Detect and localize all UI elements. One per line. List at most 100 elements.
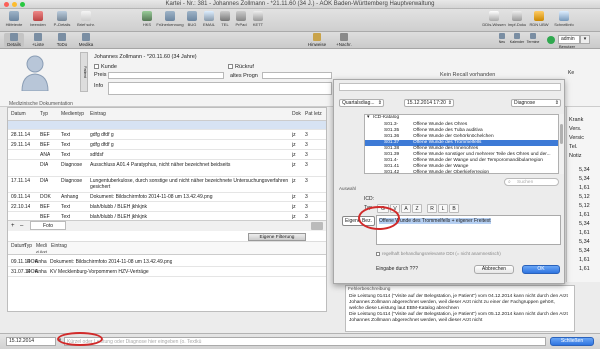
table-row[interactable]: 17.11.14 DIA Diagnose Lungentuberkulose, du… [8, 177, 326, 193]
tree-root[interactable]: ▾ ICD-Katalog [365, 115, 558, 122]
tel-button[interactable]: TEL [217, 10, 233, 27]
col-dok[interactable]: Dok [292, 111, 301, 117]
cell-date: 17.11.14 [11, 178, 31, 184]
typ-z-button[interactable]: Z [412, 204, 422, 213]
table-row[interactable]: 22.10.14 BEF Text blah/blubb / BLEH jkhkjnk… [8, 203, 326, 212]
col-media[interactable]: Medientyp [61, 111, 84, 117]
search-icon: ⌕ [508, 179, 511, 185]
icd-tree-item[interactable]: S01.42 Offene Wunde der Oberkieferregion [365, 170, 558, 173]
value-cell: 5,34 [579, 167, 590, 173]
diagnosis-dialog: Quartalsdiag... ⇕ 15.12.2014 17:20 ⇕ Diagn… [333, 79, 565, 284]
write-letter-button[interactable]: Brief schr. [74, 10, 98, 27]
col-last[interactable]: letz [314, 111, 322, 117]
kunde-checkbox[interactable] [94, 64, 99, 70]
col-entry[interactable]: Eintrag [90, 111, 106, 117]
quit-button[interactable]: beenden [26, 10, 50, 27]
dialog-top-field[interactable] [339, 83, 561, 91]
quick-info-button[interactable]: Schnellinfo [551, 10, 577, 27]
hks-button[interactable]: HKS [137, 10, 157, 27]
date-field[interactable]: 15.12.2014 [6, 337, 56, 346]
cancel-button[interactable]: Abbrechen [474, 265, 514, 274]
info-field[interactable] [108, 82, 332, 95]
patient-side-tab[interactable]: Patient [80, 52, 88, 92]
tab-todo[interactable]: ToDo [52, 33, 72, 47]
table-row[interactable] [8, 121, 326, 130]
relevant-ddi-checkbox[interactable] [376, 251, 380, 256]
col-date[interactable]: Datum [11, 111, 26, 117]
cell-media: Anhang [61, 194, 79, 200]
kett-icon [253, 11, 263, 21]
kunde-label: Kunde [101, 64, 117, 70]
cell-pat: 3 [305, 178, 308, 184]
foto-button[interactable]: Foto [30, 221, 66, 230]
user-select[interactable]: admin [558, 35, 580, 44]
kett-button[interactable]: KETT [249, 10, 267, 27]
sub-table-row[interactable]: 31.07.14 DOK Anha KV Mecklenburg-Vorpommern… [8, 268, 326, 277]
table-row[interactable]: 29.11.14 BEF Text gdfg dfdf g jz 3 [8, 141, 326, 150]
cell-pat: 3 [305, 152, 308, 158]
table-row[interactable]: ANA Text sdfdsf jz 3 [8, 151, 326, 160]
appointments-button[interactable]: Termine [525, 33, 541, 44]
sub-col-type[interactable]: Typ [24, 243, 32, 249]
tab-add-list[interactable]: +Liste [28, 33, 48, 47]
disclosure-icon[interactable]: ▾ [367, 115, 369, 122]
calendar-button[interactable]: Kalender [509, 33, 525, 44]
sub-table-row[interactable]: 09.11.14 DOK Anha Dokument: Bildschirmfoto … [8, 258, 326, 267]
ok-button[interactable]: OK [522, 265, 560, 274]
tree-scrollbar[interactable] [559, 114, 564, 174]
patient-details-button[interactable]: P.-Details [50, 10, 74, 27]
todo-icon [58, 33, 66, 41]
side-l-button[interactable]: L [438, 204, 448, 213]
cell-type: DIA [40, 178, 49, 184]
catalog-select[interactable]: Quartalsdiag... ⇕ [339, 99, 384, 107]
pin-icon[interactable] [311, 222, 323, 230]
type-select[interactable]: Diagnose ⇕ [511, 99, 561, 107]
email-button[interactable]: EMAIL [200, 10, 218, 27]
sub-col-entry[interactable]: Eintrag [51, 243, 67, 249]
new-message-button[interactable]: +Nachr. [333, 33, 355, 47]
notes-button[interactable]: Hinweise [305, 33, 329, 47]
table-row[interactable]: DIA Diagnose Ausschluss A01.4 Paratyphus, … [8, 161, 326, 177]
cell-pat: 3 [305, 204, 308, 210]
tree-scroll-thumb[interactable] [560, 124, 563, 144]
rdn-ubw-button[interactable]: RDN UBW [528, 10, 550, 27]
side-r-button[interactable]: R [427, 204, 437, 213]
tab-medika[interactable]: Medika [76, 33, 96, 47]
tab-details[interactable]: Details [4, 33, 24, 47]
own-filter-button[interactable]: Eigene Filterung [248, 233, 306, 241]
search-field[interactable]: ⌕ Suchen [504, 178, 559, 186]
col-pat[interactable]: Pat [305, 111, 313, 117]
side-b-button[interactable]: B [449, 204, 459, 213]
user-dropdown-arrow-icon[interactable]: ▾ [580, 35, 590, 44]
vaccination-icon [512, 11, 522, 21]
ddi-knowledge-button[interactable]: DDIs-Wissen [482, 10, 506, 27]
info-icon [559, 11, 569, 21]
datetime-field[interactable]: 15.12.2014 17:20 ⇕ [404, 99, 454, 107]
relevant-ddi-label: regelhaft behandlungsrelevante DDI (= ni… [382, 251, 501, 256]
selection-label: Auswahl [339, 186, 357, 191]
typ-a-button[interactable]: A [401, 204, 411, 213]
add-entry-icon[interactable]: + [11, 223, 15, 229]
rueckruf-checkbox[interactable] [228, 64, 233, 70]
help-texts-button[interactable]: Hilfetexte [2, 10, 26, 27]
value-cell: 5,34 [579, 176, 590, 182]
early-detection-button[interactable]: Früherkennung [156, 10, 184, 27]
prpad-button[interactable]: PrPad [232, 10, 250, 27]
vaccination-doc-button[interactable]: Impf-Doku [506, 10, 528, 27]
value-cell: 1,61 [579, 185, 590, 191]
own-description-field[interactable]: Offene Wunde des Trommelfells + eigener … [376, 215, 561, 245]
table-row[interactable]: 09.11.14 DOK Anhang Dokument: Bildschirmfot… [8, 193, 326, 202]
table-row[interactable]: 28.11.14 BEF Text gdfg dfdf g jz 3 [8, 131, 326, 140]
close-button[interactable]: Schließen [550, 337, 594, 346]
altes-progn-field[interactable] [262, 72, 332, 79]
preis-field[interactable] [108, 72, 224, 79]
error-title: Fehlerbeschreibung [348, 287, 391, 292]
datetime-stepper-icon[interactable]: ⇕ [448, 100, 452, 107]
service-input[interactable]: Kürzel oder Leistung oder Diagnose hier … [64, 337, 546, 346]
cell-type: DIA [40, 162, 49, 168]
bug-button[interactable]: BUG [183, 10, 201, 27]
new-button[interactable]: Neu [496, 33, 508, 44]
entered-by-label: Eingabe durch ??? [376, 266, 418, 272]
remove-entry-icon[interactable]: – [20, 223, 23, 229]
col-type[interactable]: Typ [40, 111, 48, 117]
